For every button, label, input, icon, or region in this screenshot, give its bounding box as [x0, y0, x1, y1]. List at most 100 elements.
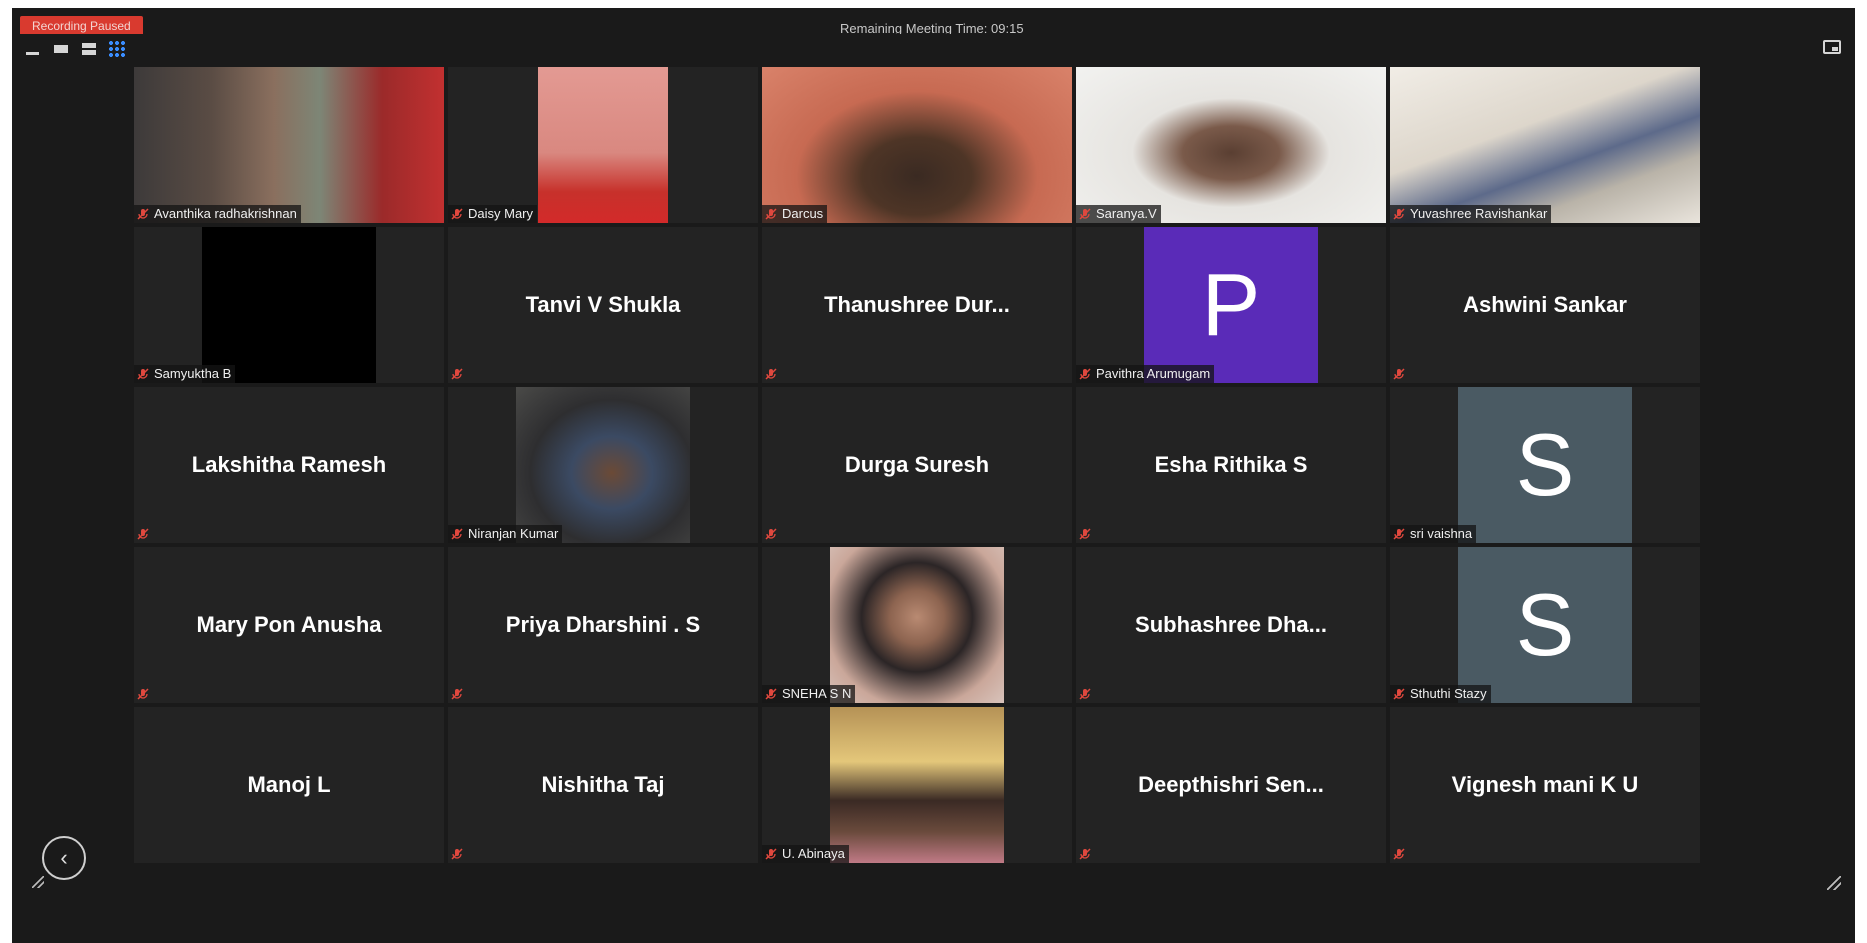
participant-gallery: Avanthika radhakrishnan Daisy Mary Darcu… — [134, 67, 1700, 863]
participant-tile[interactable]: Nishitha Taj — [448, 707, 758, 863]
participant-name-label — [1076, 525, 1096, 543]
participant-display-name: Lakshitha Ramesh — [191, 452, 387, 477]
participant-display-name: Esha Rithika S — [1154, 452, 1308, 477]
participant-name-label — [1390, 845, 1410, 863]
participant-name-label: SNEHA S N — [762, 685, 856, 703]
muted-mic-icon — [136, 367, 150, 381]
participant-tile[interactable]: Lakshitha Ramesh — [134, 387, 444, 543]
participant-video — [830, 707, 1004, 863]
participant-display-name: Deepthishri Sen... — [1138, 772, 1324, 797]
gallery-view-icon[interactable] — [108, 40, 126, 58]
muted-mic-icon — [764, 527, 778, 541]
participant-name: Sthuthi Stazy — [1410, 686, 1487, 701]
participant-display-name: Thanushree Dur... — [824, 292, 1010, 317]
muted-mic-icon — [1392, 847, 1406, 861]
participant-name-label — [762, 525, 782, 543]
participant-tile[interactable]: Tanvi V Shukla — [448, 227, 758, 383]
participant-tile[interactable]: P Pavithra Arumugam — [1076, 227, 1386, 383]
remaining-meeting-time: Remaining Meeting Time: 09:15 — [840, 21, 1024, 34]
participant-display-name: Manoj L — [247, 772, 331, 797]
participant-tile[interactable]: Niranjan Kumar — [448, 387, 758, 543]
muted-mic-icon — [450, 527, 464, 541]
participant-display-name: Mary Pon Anusha — [196, 612, 382, 637]
recording-status-badge[interactable]: Recording Paused — [20, 16, 143, 34]
picture-in-picture-icon[interactable] — [1823, 40, 1841, 54]
participant-tile[interactable]: Samyuktha B — [134, 227, 444, 383]
participant-name-label: Yuvashree Ravishankar — [1390, 205, 1552, 223]
participant-tile[interactable]: S Sthuthi Stazy — [1390, 547, 1700, 703]
participant-name-label — [448, 365, 468, 383]
muted-mic-icon — [136, 207, 150, 221]
muted-mic-icon — [450, 847, 464, 861]
muted-mic-icon — [1078, 367, 1092, 381]
speaker-view-icon[interactable] — [52, 40, 70, 58]
muted-mic-icon — [764, 207, 778, 221]
muted-mic-icon — [450, 367, 464, 381]
participant-name-label — [134, 525, 154, 543]
muted-mic-icon — [764, 367, 778, 381]
participant-tile[interactable]: Darcus — [762, 67, 1072, 223]
participant-name-label: Samyuktha B — [134, 365, 236, 383]
participant-tile[interactable]: S sri vaishna — [1390, 387, 1700, 543]
participant-display-name: Subhashree Dha... — [1135, 612, 1327, 637]
minimize-icon[interactable] — [24, 40, 42, 58]
participant-tile[interactable]: Ashwini Sankar — [1390, 227, 1700, 383]
participant-name-label: Daisy Mary — [448, 205, 538, 223]
participant-video — [1390, 67, 1700, 223]
participant-display-name: Durga Suresh — [844, 452, 990, 477]
participant-tile[interactable]: Deepthishri Sen... — [1076, 707, 1386, 863]
participant-tile[interactable]: Manoj L — [134, 707, 444, 863]
muted-mic-icon — [450, 207, 464, 221]
participant-display-name: Ashwini Sankar — [1463, 292, 1627, 317]
view-controls — [24, 40, 126, 58]
muted-mic-icon — [1078, 207, 1092, 221]
muted-mic-icon — [1392, 687, 1406, 701]
participant-name-label: U. Abinaya — [762, 845, 849, 863]
participant-tile[interactable]: Saranya.V — [1076, 67, 1386, 223]
participant-video — [538, 67, 668, 223]
participant-name-label — [1390, 365, 1410, 383]
participant-name-label: Niranjan Kumar — [448, 525, 563, 543]
avatar: P — [1144, 227, 1318, 383]
muted-mic-icon — [1078, 687, 1092, 701]
participant-name-label — [1076, 685, 1096, 703]
previous-page-button[interactable]: ‹ — [42, 836, 86, 880]
muted-mic-icon — [136, 687, 150, 701]
participant-tile[interactable]: Priya Dharshini . S — [448, 547, 758, 703]
participant-tile[interactable]: Avanthika radhakrishnan — [134, 67, 444, 223]
strip-view-icon[interactable] — [80, 40, 98, 58]
muted-mic-icon — [1392, 207, 1406, 221]
participant-name-label — [448, 685, 468, 703]
participant-video — [830, 547, 1004, 703]
resize-grip-icon[interactable] — [32, 876, 44, 888]
participant-name-label — [1076, 845, 1096, 863]
participant-tile[interactable]: SNEHA S N — [762, 547, 1072, 703]
muted-mic-icon — [1392, 527, 1406, 541]
participant-tile[interactable]: Subhashree Dha... — [1076, 547, 1386, 703]
participant-name: U. Abinaya — [782, 846, 845, 861]
participant-video — [202, 227, 376, 383]
participant-name: Saranya.V — [1096, 206, 1157, 221]
participant-tile[interactable]: Esha Rithika S — [1076, 387, 1386, 543]
participant-tile[interactable]: Durga Suresh — [762, 387, 1072, 543]
participant-video — [516, 387, 690, 543]
participant-name-label: Darcus — [762, 205, 828, 223]
participant-display-name: Vignesh mani K U — [1451, 772, 1639, 797]
participant-tile[interactable]: Daisy Mary — [448, 67, 758, 223]
participant-name-label: Saranya.V — [1076, 205, 1161, 223]
participant-name-label: Avanthika radhakrishnan — [134, 205, 301, 223]
participant-name: Avanthika radhakrishnan — [154, 206, 297, 221]
muted-mic-icon — [1078, 847, 1092, 861]
resize-grip-icon[interactable] — [1827, 876, 1841, 890]
participant-tile[interactable]: U. Abinaya — [762, 707, 1072, 863]
participant-name-label — [448, 845, 468, 863]
participant-video — [1076, 67, 1386, 223]
participant-name: SNEHA S N — [782, 686, 852, 701]
participant-tile[interactable]: Vignesh mani K U — [1390, 707, 1700, 863]
participant-tile[interactable]: Mary Pon Anusha — [134, 547, 444, 703]
participant-name-label: sri vaishna — [1390, 525, 1477, 543]
participant-tile[interactable]: Yuvashree Ravishankar — [1390, 67, 1700, 223]
participant-tile[interactable]: Thanushree Dur... — [762, 227, 1072, 383]
participant-name-label: Sthuthi Stazy — [1390, 685, 1491, 703]
participant-name: Samyuktha B — [154, 366, 232, 381]
